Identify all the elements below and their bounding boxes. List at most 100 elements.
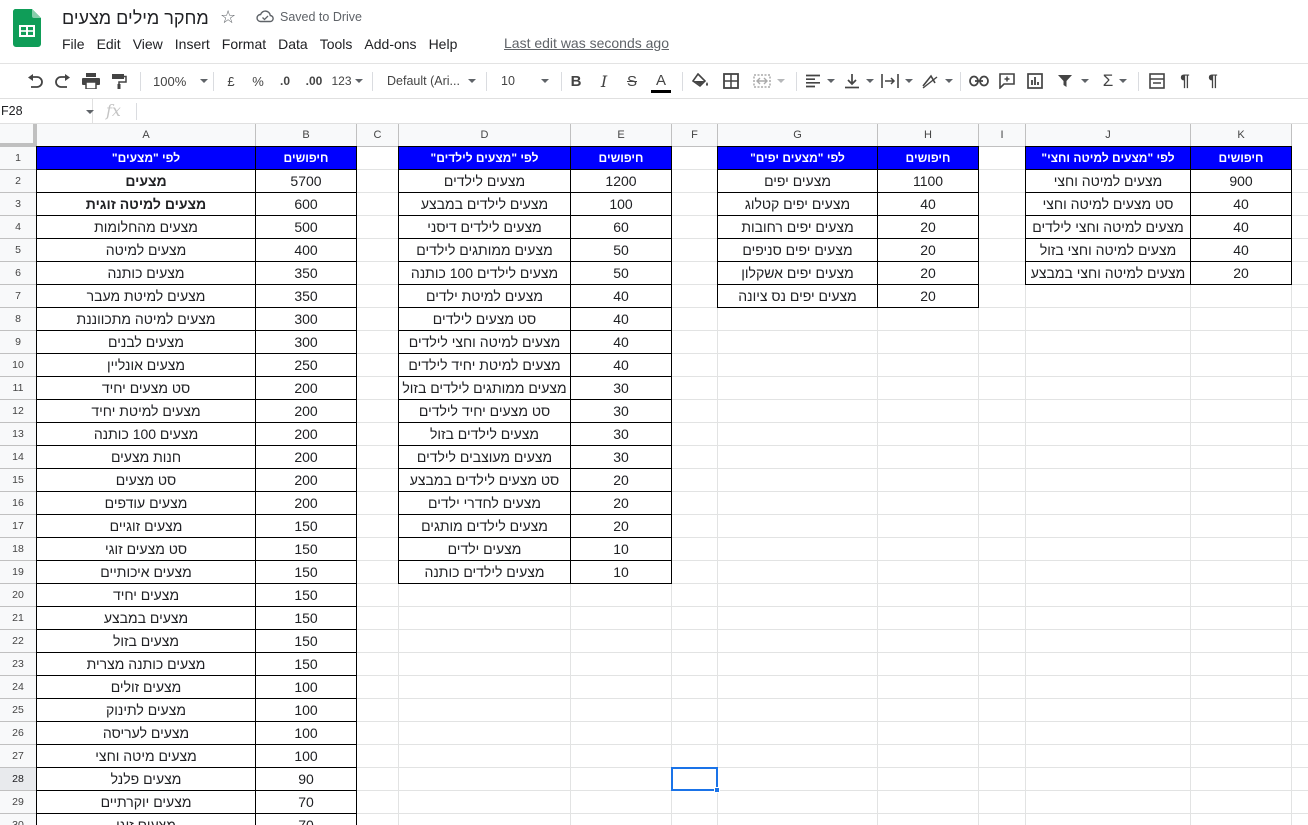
cell-j2[interactable]: מצעים למיטה וחצי [1025, 169, 1191, 193]
cell-k2[interactable]: 900 [1190, 169, 1292, 193]
cell-e16[interactable]: 20 [570, 491, 672, 515]
cell-d12[interactable]: סט מצעים יחיד לילדים [398, 399, 571, 423]
cell-a4[interactable]: מצעים מהחלומות [36, 215, 256, 239]
cell-b1[interactable]: חיפושים [255, 146, 357, 170]
cell-d2[interactable]: מצעים לילדים [398, 169, 571, 193]
cell-e10[interactable]: 40 [570, 353, 672, 377]
cell-e13[interactable]: 30 [570, 422, 672, 446]
column-header-a[interactable]: A [37, 124, 256, 147]
row-header-20[interactable]: 20 [0, 584, 37, 607]
menu-help[interactable]: Help [423, 35, 464, 55]
currency-format-button[interactable]: £ [221, 64, 241, 98]
menu-file[interactable]: File [56, 35, 91, 55]
row-header-21[interactable]: 21 [0, 607, 37, 630]
row-header-27[interactable]: 27 [0, 745, 37, 768]
cell-a1[interactable]: לפי "מצעים" [36, 146, 256, 170]
cell-e17[interactable]: 20 [570, 514, 672, 538]
last-edit-link[interactable]: Last edit was seconds ago [504, 35, 669, 51]
cell-d19[interactable]: מצעים לילדים כותנה [398, 560, 571, 584]
cell-a19[interactable]: מצעים איכותיים [36, 560, 256, 584]
cell-a9[interactable]: מצעים לבנים [36, 330, 256, 354]
cell-b10[interactable]: 250 [255, 353, 357, 377]
column-header-e[interactable]: E [571, 124, 672, 147]
cell-j4[interactable]: מצעים למיטה וחצי לילדים [1025, 215, 1191, 239]
menu-view[interactable]: View [127, 35, 169, 55]
insert-comment-icon[interactable] [996, 64, 1018, 98]
cell-h3[interactable]: 40 [877, 192, 979, 216]
cell-a15[interactable]: סט מצעים [36, 468, 256, 492]
cell-d8[interactable]: סט מצעים לילדים [398, 307, 571, 331]
cell-a27[interactable]: מצעים מיטה וחצי [36, 744, 256, 768]
merge-cells-icon[interactable] [748, 64, 790, 98]
cell-g7[interactable]: מצעים יפים נס ציונה [717, 284, 878, 308]
insert-chart-icon[interactable] [1024, 64, 1046, 98]
cell-a20[interactable]: מצעים יחיד [36, 583, 256, 607]
menu-addons[interactable]: Add-ons [358, 35, 422, 55]
cell-b2[interactable]: 5700 [255, 169, 357, 193]
cell-g5[interactable]: מצעים יפים סניפים [717, 238, 878, 262]
cell-b13[interactable]: 200 [255, 422, 357, 446]
column-header-h[interactable]: H [878, 124, 979, 147]
bold-icon[interactable]: B [566, 64, 586, 98]
cell-b27[interactable]: 100 [255, 744, 357, 768]
row-header-1[interactable]: 1 [0, 147, 37, 170]
cell-d13[interactable]: מצעים לילדים בזול [398, 422, 571, 446]
cell-e2[interactable]: 1200 [570, 169, 672, 193]
row-header-24[interactable]: 24 [0, 676, 37, 699]
row-header-3[interactable]: 3 [0, 193, 37, 216]
cell-a12[interactable]: מצעים למיטת יחיד [36, 399, 256, 423]
cell-k3[interactable]: 40 [1190, 192, 1292, 216]
cell-e6[interactable]: 50 [570, 261, 672, 285]
column-header-b[interactable]: B [256, 124, 357, 147]
cell-d4[interactable]: מצעים לילדים דיסני [398, 215, 571, 239]
cell-e15[interactable]: 20 [570, 468, 672, 492]
cell-j6[interactable]: מצעים למיטה וחצי במבצע [1025, 261, 1191, 285]
row-header-18[interactable]: 18 [0, 538, 37, 561]
cell-e3[interactable]: 100 [570, 192, 672, 216]
cell-g3[interactable]: מצעים יפים קטלוג [717, 192, 878, 216]
functions-icon[interactable]: Σ [1098, 64, 1132, 98]
insert-link-icon[interactable] [968, 64, 990, 98]
column-header-i[interactable]: I [979, 124, 1026, 147]
row-header-5[interactable]: 5 [0, 239, 37, 262]
cell-e9[interactable]: 40 [570, 330, 672, 354]
cell-d16[interactable]: מצעים לחדרי ילדים [398, 491, 571, 515]
cell-h5[interactable]: 20 [877, 238, 979, 262]
cell-e18[interactable]: 10 [570, 537, 672, 561]
select-all-corner[interactable] [0, 124, 37, 147]
cell-a2[interactable]: מצעים [36, 169, 256, 193]
sheets-logo-icon[interactable] [13, 9, 41, 47]
document-title[interactable]: מחקר מילים מצעים [62, 8, 209, 29]
vertical-align-icon[interactable] [843, 64, 875, 98]
cell-b26[interactable]: 100 [255, 721, 357, 745]
cell-a16[interactable]: מצעים עודפים [36, 491, 256, 515]
cell-a21[interactable]: מצעים במבצע [36, 606, 256, 630]
row-header-30[interactable]: 30 [0, 814, 37, 825]
cell-a22[interactable]: מצעים בזול [36, 629, 256, 653]
cloud-saved-icon[interactable] [256, 9, 274, 23]
decrease-decimal-button[interactable]: .0 [274, 64, 296, 98]
row-header-12[interactable]: 12 [0, 400, 37, 423]
cell-k5[interactable]: 40 [1190, 238, 1292, 262]
row-header-9[interactable]: 9 [0, 331, 37, 354]
cell-e4[interactable]: 60 [570, 215, 672, 239]
cell-a23[interactable]: מצעים כותנה מצרית [36, 652, 256, 676]
print-icon[interactable] [80, 64, 102, 98]
cell-a17[interactable]: מצעים זוגיים [36, 514, 256, 538]
cell-e11[interactable]: 30 [570, 376, 672, 400]
percent-format-button[interactable]: % [248, 64, 268, 98]
text-wrapping-icon[interactable] [880, 64, 914, 98]
row-header-14[interactable]: 14 [0, 446, 37, 469]
rtl-direction-icon[interactable]: ¶ [1202, 64, 1224, 98]
cell-g1[interactable]: לפי "מצעים יפים" [717, 146, 878, 170]
cell-d17[interactable]: מצעים לילדים מותגים [398, 514, 571, 538]
cell-a14[interactable]: חנות מצעים [36, 445, 256, 469]
cell-b20[interactable]: 150 [255, 583, 357, 607]
strikethrough-icon[interactable]: S [622, 64, 642, 98]
row-header-6[interactable]: 6 [0, 262, 37, 285]
cell-k4[interactable]: 40 [1190, 215, 1292, 239]
cell-h7[interactable]: 20 [877, 284, 979, 308]
cell-e14[interactable]: 30 [570, 445, 672, 469]
cell-a28[interactable]: מצעים פלנל [36, 767, 256, 791]
cell-e5[interactable]: 50 [570, 238, 672, 262]
